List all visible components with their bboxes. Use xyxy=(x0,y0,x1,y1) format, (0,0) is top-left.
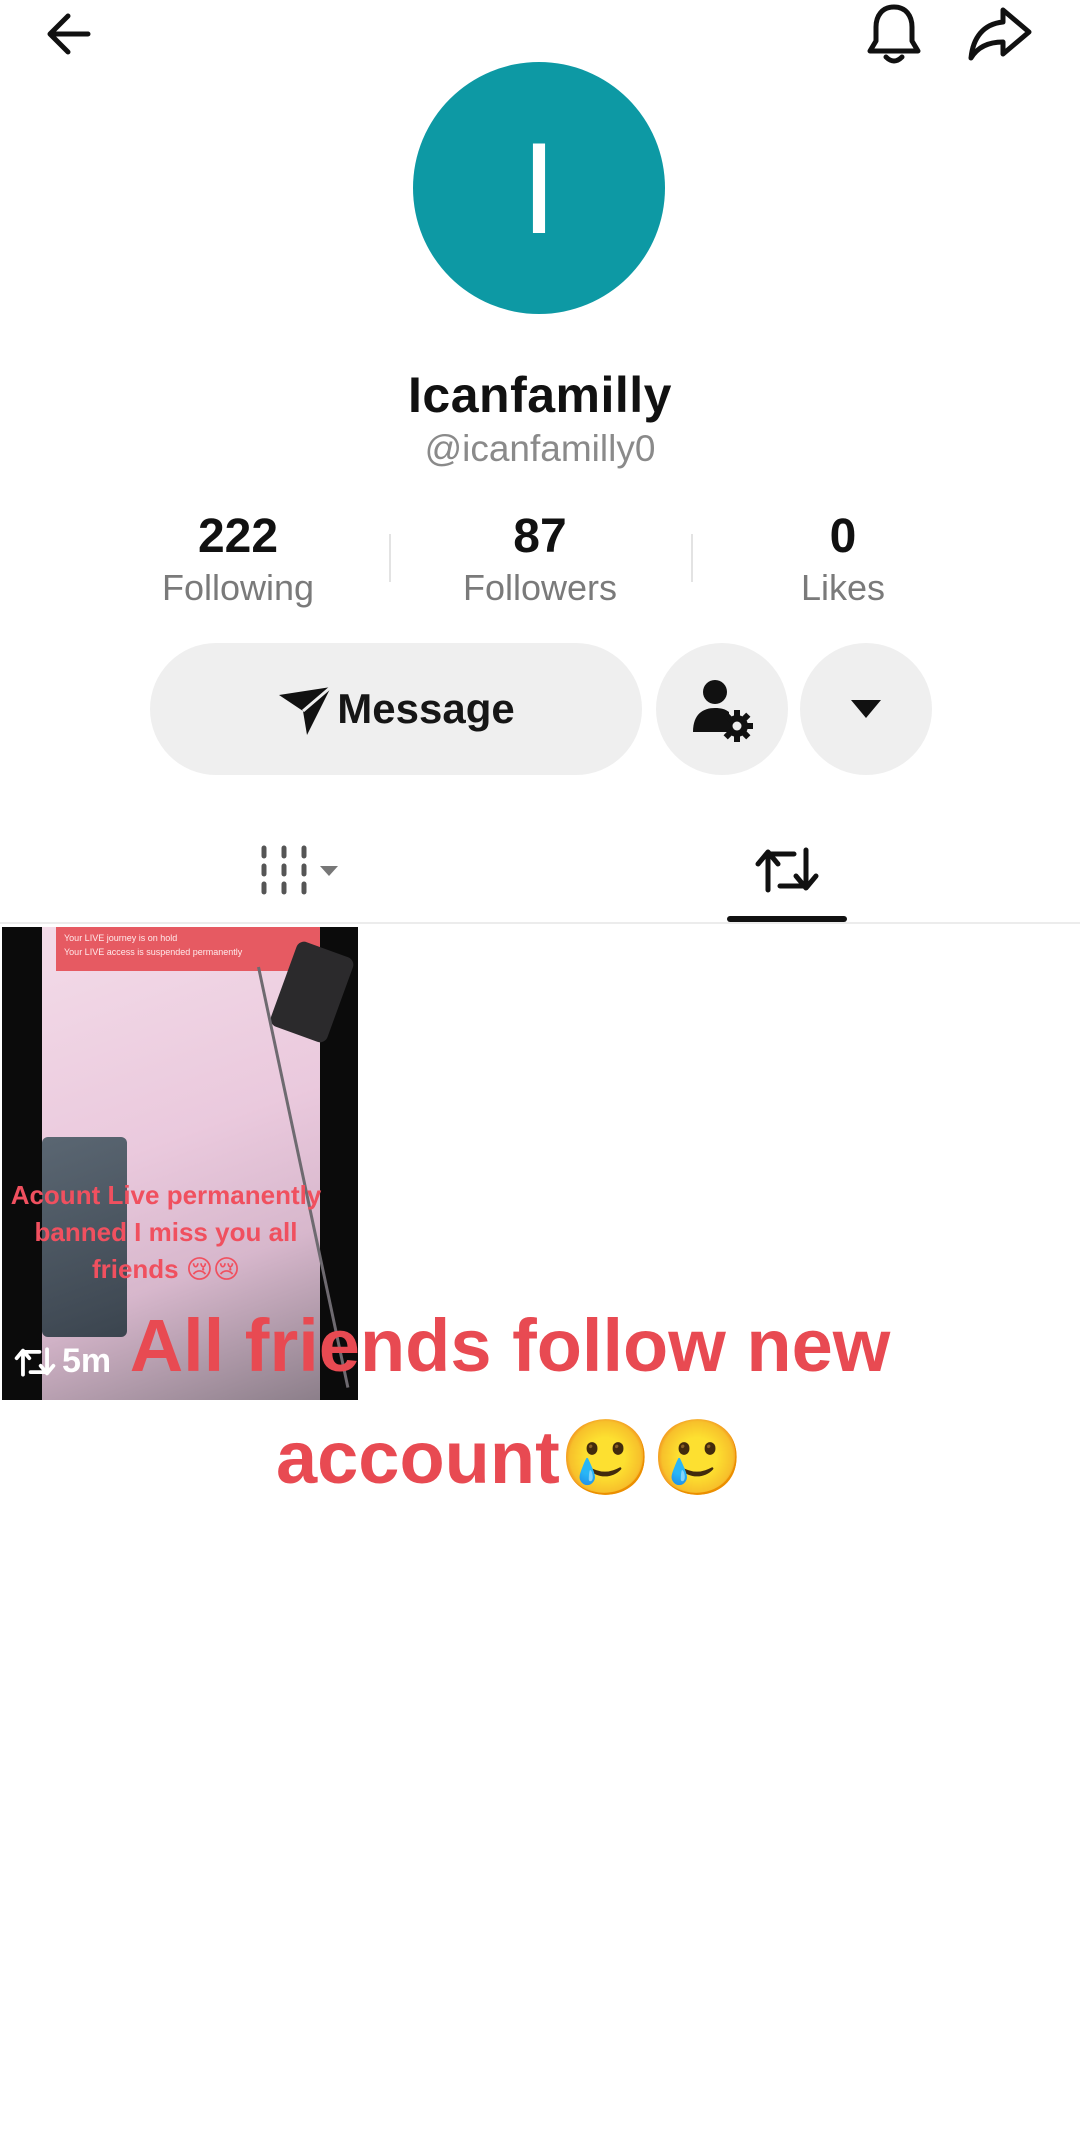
message-button[interactable]: Message xyxy=(150,643,642,775)
followers-label: Followers xyxy=(462,567,618,608)
username: @icanfamilly0 xyxy=(424,428,656,469)
thumbnail-caption: Acount Live permanently banned I miss yo… xyxy=(10,1180,322,1284)
display-name: Icanfamilly xyxy=(408,367,672,423)
stat-divider xyxy=(389,534,391,582)
more-options-dropdown-button[interactable] xyxy=(800,643,932,775)
likes-label: Likes xyxy=(800,567,886,608)
tabs-divider xyxy=(0,922,1080,924)
tab-reposts[interactable] xyxy=(727,820,847,920)
repost-icon xyxy=(755,847,819,893)
avatar[interactable]: I xyxy=(413,62,665,314)
stat-likes[interactable]: 0 Likes xyxy=(723,508,963,610)
stat-divider xyxy=(691,534,693,582)
caret-down-icon xyxy=(851,700,881,718)
thumbnail-banner-text: Your LIVE access is suspended permanentl… xyxy=(64,947,243,957)
arrow-left-icon xyxy=(47,13,91,55)
following-count: 222 xyxy=(197,510,279,563)
notification-bell-button[interactable] xyxy=(854,0,934,74)
thumbnail-banner: Your LIVE journey is on hold Your LIVE a… xyxy=(56,927,320,971)
avatar-letter: I xyxy=(520,115,558,261)
friend-settings-button[interactable] xyxy=(656,643,788,775)
followers-count: 87 xyxy=(513,510,567,563)
following-label: Following xyxy=(161,567,315,608)
message-label: Message xyxy=(337,685,515,732)
bell-icon xyxy=(867,4,921,64)
person-gear-icon xyxy=(693,680,753,742)
back-button[interactable] xyxy=(30,0,110,74)
tab-videos[interactable] xyxy=(240,820,360,920)
chevron-down-icon xyxy=(320,866,338,876)
overlay-caption: All friends follow new account🥲🥲 xyxy=(129,1304,891,1499)
likes-count: 0 xyxy=(829,510,857,563)
grid-icon xyxy=(261,845,307,895)
share-arrow-icon xyxy=(968,7,1032,61)
stat-followers[interactable]: 87 Followers xyxy=(420,508,660,610)
paper-plane-icon xyxy=(279,685,333,735)
repost-icon xyxy=(14,1346,56,1377)
share-button[interactable] xyxy=(960,0,1040,74)
thumbnail-banner-title: Your LIVE journey is on hold xyxy=(64,933,178,943)
stat-following[interactable]: 222 Following xyxy=(118,508,358,610)
